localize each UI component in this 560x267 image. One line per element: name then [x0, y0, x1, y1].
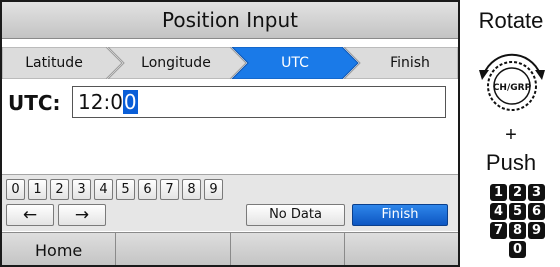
key-8[interactable]: 8 [182, 179, 201, 200]
cursor-left-button[interactable]: ← [6, 204, 54, 226]
utc-input[interactable]: 12:00 [72, 86, 446, 118]
digit-key-5-icon: 5 [509, 203, 526, 220]
step-utc[interactable]: UTC [248, 47, 342, 79]
key-2[interactable]: 2 [50, 179, 69, 200]
position-input-screen: Position Input Latitude Longitude UTC Fi… [0, 0, 460, 267]
digit-key-1-icon: 1 [490, 184, 507, 201]
finish-button[interactable]: Finish [352, 204, 448, 226]
softkey-3[interactable] [231, 233, 345, 265]
rotate-right-arrow-icon [535, 70, 545, 80]
push-label: Push [485, 150, 537, 175]
digit-key-6-icon: 6 [528, 203, 545, 220]
step-latitude[interactable]: Latitude [2, 47, 106, 79]
utc-row: UTC: 12:00 [8, 86, 448, 120]
cursor-right-button[interactable]: → [58, 204, 106, 226]
control-instructions: Rotate CH/GRP + Push 1 2 3 4 5 6 7 8 9 0 [462, 0, 560, 267]
page-title: Position Input [2, 2, 458, 39]
keypad: 0 1 2 3 4 5 6 7 8 9 ← → No Data Finish [2, 174, 458, 231]
digit-key-4-icon: 4 [490, 203, 507, 220]
key-1[interactable]: 1 [28, 179, 47, 200]
digit-key-2-icon: 2 [509, 184, 526, 201]
utc-cursor-char: 0 [122, 90, 138, 114]
digit-key-0-icon: 0 [509, 241, 526, 258]
digit-key-9-icon: 9 [528, 222, 545, 239]
rotate-label: Rotate [478, 8, 544, 33]
rotate-left-arrow-icon [479, 70, 489, 80]
softkey-bar: Home [2, 232, 458, 265]
step-breadcrumb: Latitude Longitude UTC Finish [2, 47, 458, 79]
no-data-button[interactable]: No Data [246, 204, 345, 226]
key-9[interactable]: 9 [204, 179, 223, 200]
ch-grp-knob-icon: CH/GRP [479, 53, 545, 111]
utc-value: 12:0 [78, 90, 123, 114]
key-0[interactable]: 0 [6, 179, 25, 200]
utc-label: UTC: [8, 91, 61, 115]
softkey-home[interactable]: Home [2, 233, 117, 265]
knob-label: CH/GRP [493, 83, 532, 93]
digit-key-7-icon: 7 [490, 222, 507, 239]
key-7[interactable]: 7 [160, 179, 179, 200]
digit-key-8-icon: 8 [509, 222, 526, 239]
softkey-2[interactable] [116, 233, 231, 265]
key-5[interactable]: 5 [116, 179, 135, 200]
key-6[interactable]: 6 [138, 179, 157, 200]
step-longitude[interactable]: Longitude [124, 47, 228, 79]
plus-sign: + [505, 124, 517, 146]
softkey-4[interactable] [345, 233, 458, 265]
step-finish[interactable]: Finish [362, 47, 458, 79]
key-3[interactable]: 3 [72, 179, 91, 200]
digit-key-3-icon: 3 [528, 184, 545, 201]
key-4[interactable]: 4 [94, 179, 113, 200]
